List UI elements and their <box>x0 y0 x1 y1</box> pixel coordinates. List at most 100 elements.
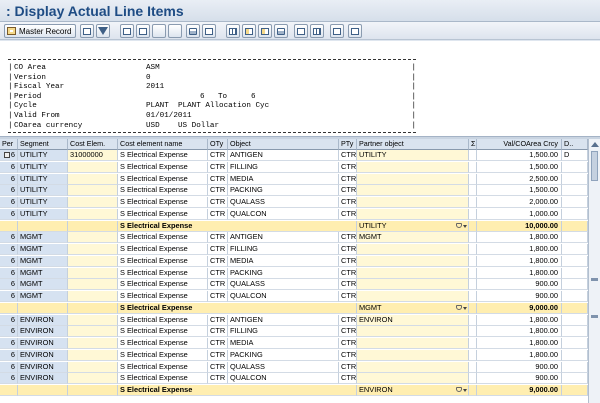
segment-cell[interactable]: MGMT <box>18 291 68 302</box>
segment-cell[interactable]: MGMT <box>18 279 68 291</box>
object-type-cell[interactable]: CTR <box>208 373 228 385</box>
partner-type-cell[interactable]: CTR <box>339 361 357 373</box>
partner-type-cell[interactable]: CTR <box>339 185 357 197</box>
segment-cell[interactable]: MGMT <box>18 267 68 279</box>
sum-cell[interactable] <box>469 208 477 220</box>
sum-cell[interactable] <box>469 173 477 185</box>
cost-element-cell[interactable] <box>68 291 118 302</box>
partner-object-cell[interactable] <box>357 173 469 185</box>
partner-type-cell[interactable]: CTR <box>339 161 357 173</box>
segment-cell[interactable]: UTILITY <box>18 185 68 197</box>
partner-type-cell[interactable]: CTR <box>339 232 357 244</box>
object-type-cell[interactable]: CTR <box>208 291 228 302</box>
value-cell[interactable]: 1,500.00 <box>477 161 562 173</box>
value-cell[interactable]: 900.00 <box>477 361 562 373</box>
partner-type-cell[interactable]: CTR <box>339 267 357 279</box>
period-cell[interactable]: 6 <box>0 349 18 361</box>
filter-button[interactable] <box>96 24 110 38</box>
cost-element-name-cell[interactable]: S Electrical Expense <box>118 338 208 349</box>
debit-credit-cell[interactable] <box>562 338 588 349</box>
period-cell[interactable]: 6 <box>0 267 18 279</box>
cost-element-name-cell[interactable]: S Electrical Expense <box>118 150 208 161</box>
cost-element-cell[interactable] <box>68 161 118 173</box>
sum-cell[interactable] <box>469 232 477 244</box>
partner-object-cell[interactable] <box>357 197 469 208</box>
cost-element-name-cell[interactable]: S Electrical Expense <box>118 255 208 267</box>
object-cell[interactable]: QUALASS <box>228 361 339 373</box>
sum-cell[interactable] <box>469 349 477 361</box>
object-type-cell[interactable]: CTR <box>208 150 228 161</box>
cost-element-name-cell[interactable]: S Electrical Expense <box>118 185 208 197</box>
refresh-button[interactable] <box>348 24 362 38</box>
object-type-cell[interactable]: CTR <box>208 255 228 267</box>
column-header-sum[interactable]: Σ <box>469 139 477 150</box>
sum-cell[interactable] <box>469 373 477 385</box>
segment-cell[interactable]: UTILITY <box>18 150 68 161</box>
value-cell[interactable]: 1,500.00 <box>477 150 562 161</box>
period-cell[interactable]: 6 <box>0 373 18 385</box>
partner-object-cell[interactable] <box>357 161 469 173</box>
partner-object-cell[interactable] <box>357 208 469 220</box>
object-cell[interactable]: PACKING <box>228 267 339 279</box>
subtotal-expand-icon[interactable] <box>456 386 467 393</box>
sum-cell[interactable] <box>469 326 477 338</box>
debit-credit-cell[interactable] <box>562 173 588 185</box>
sum-cell[interactable] <box>469 244 477 255</box>
cost-element-name-cell[interactable]: S Electrical Expense <box>118 161 208 173</box>
debit-credit-cell[interactable] <box>562 161 588 173</box>
partner-type-cell[interactable]: CTR <box>339 349 357 361</box>
partner-type-cell[interactable]: CTR <box>339 326 357 338</box>
select-layout-button[interactable] <box>258 24 272 38</box>
partner-type-cell[interactable]: CTR <box>339 244 357 255</box>
column-header-d[interactable]: D.. <box>562 139 588 150</box>
cost-element-name-cell[interactable]: S Electrical Expense <box>118 291 208 302</box>
period-cell[interactable]: 6 <box>0 208 18 220</box>
cost-element-name-cell[interactable]: S Electrical Expense <box>118 314 208 326</box>
value-cell[interactable]: 1,800.00 <box>477 314 562 326</box>
object-type-cell[interactable]: CTR <box>208 208 228 220</box>
period-cell[interactable]: 6 <box>0 338 18 349</box>
partner-type-cell[interactable]: CTR <box>339 255 357 267</box>
segment-cell[interactable]: ENVIRON <box>18 326 68 338</box>
period-cell[interactable]: 6 <box>0 232 18 244</box>
segment-cell[interactable]: ENVIRON <box>18 349 68 361</box>
period-cell[interactable]: 6 <box>0 161 18 173</box>
column-header-oty[interactable]: OTy <box>208 139 228 150</box>
object-cell[interactable]: QUALASS <box>228 197 339 208</box>
sum-cell[interactable] <box>469 255 477 267</box>
value-cell[interactable]: 1,000.00 <box>477 208 562 220</box>
value-cell[interactable]: 1,800.00 <box>477 267 562 279</box>
value-cell[interactable]: 1,500.00 <box>477 185 562 197</box>
partner-object-cell[interactable]: ENVIRON <box>357 314 469 326</box>
segment-cell[interactable]: UTILITY <box>18 208 68 220</box>
debit-credit-cell[interactable]: D <box>562 150 588 161</box>
cost-element-cell[interactable] <box>68 326 118 338</box>
column-header-segment[interactable]: Segment <box>18 139 68 150</box>
object-cell[interactable]: MEDIA <box>228 338 339 349</box>
object-type-cell[interactable]: CTR <box>208 185 228 197</box>
period-cell[interactable]: 6 <box>0 255 18 267</box>
column-header-partner[interactable]: Partner object <box>357 139 469 150</box>
partner-type-cell[interactable]: CTR <box>339 208 357 220</box>
cost-element-name-cell[interactable]: S Electrical Expense <box>118 373 208 385</box>
cost-element-name-cell[interactable]: S Electrical Expense <box>118 361 208 373</box>
cost-element-name-cell[interactable]: S Electrical Expense <box>118 197 208 208</box>
cost-element-cell[interactable] <box>68 185 118 197</box>
object-type-cell[interactable]: CTR <box>208 161 228 173</box>
value-cell[interactable]: 2,500.00 <box>477 173 562 185</box>
object-type-cell[interactable]: CTR <box>208 338 228 349</box>
period-cell[interactable]: 6 <box>0 279 18 291</box>
graphic-button[interactable] <box>310 24 324 38</box>
vertical-scrollbar[interactable] <box>588 139 600 403</box>
partner-object-cell[interactable] <box>357 338 469 349</box>
partner-object-cell[interactable]: UTILITY <box>357 150 469 161</box>
object-cell[interactable]: QUALASS <box>228 279 339 291</box>
partner-object-cell[interactable] <box>357 361 469 373</box>
object-cell[interactable]: FILLING <box>228 326 339 338</box>
column-header-pty[interactable]: PTy <box>339 139 357 150</box>
cost-element-cell[interactable] <box>68 361 118 373</box>
column-header-cost-elem-name[interactable]: Cost element name <box>118 139 208 150</box>
debit-credit-cell[interactable] <box>562 349 588 361</box>
sum-cell[interactable] <box>469 185 477 197</box>
partner-object-cell[interactable] <box>357 326 469 338</box>
